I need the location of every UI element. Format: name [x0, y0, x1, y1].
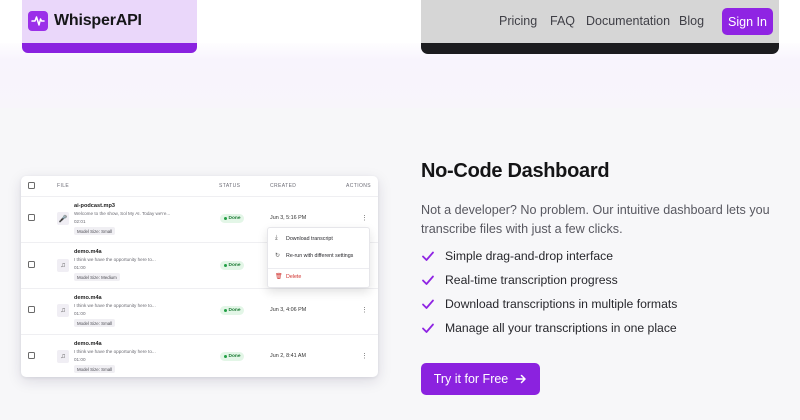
status-text: Done	[228, 263, 241, 268]
status-dot	[223, 217, 227, 220]
navbar: WhisperAPI Pricing FAQ Documentation Blo…	[0, 0, 800, 43]
list-item: Manage all your transcriptions in one pl…	[421, 320, 677, 336]
section-title: No-Code Dashboard	[421, 160, 610, 182]
duration: 01:00	[74, 265, 86, 270]
status-badge: Done	[220, 306, 244, 315]
model-badge: Model Size: Small	[74, 227, 116, 235]
more-actions-icon[interactable]: ⋮	[361, 307, 368, 314]
feature-text: Download transcriptions in multiple form…	[445, 297, 678, 311]
table-header: FILE STATUS CREATED ACTIONS	[21, 176, 378, 196]
created-date: Jun 3, 4:06 PM	[270, 307, 307, 313]
transcript-preview: I think we have the opportunity here to.…	[74, 349, 156, 354]
column-file: FILE	[57, 183, 70, 189]
status-dot	[223, 264, 227, 267]
file-name: demo.m4a	[74, 249, 102, 255]
row-checkbox[interactable]	[28, 306, 35, 313]
microphone-icon: 🎤	[57, 212, 69, 225]
column-status: STATUS	[219, 183, 241, 189]
list-item: Download transcriptions in multiple form…	[421, 296, 677, 312]
section-description: Not a developer? No problem. Our intuiti…	[421, 203, 770, 236]
check-icon	[422, 323, 434, 333]
row-checkbox[interactable]	[28, 352, 35, 359]
file-name: ai-podcast.mp3	[74, 203, 116, 209]
menu-divider	[268, 268, 369, 269]
nav-link-blog[interactable]: Blog	[679, 14, 704, 28]
feature-text: Simple drag-and-drop interface	[445, 249, 614, 263]
list-item: Simple drag-and-drop interface	[421, 248, 613, 264]
check-icon	[422, 275, 434, 285]
status-badge: Done	[220, 261, 244, 270]
status-dot	[223, 355, 227, 358]
table-row[interactable]: ♫ demo.m4a I think we have the opportuni…	[21, 288, 378, 334]
transcript-preview: I think we have the opportunity here to.…	[74, 303, 156, 308]
model-badge: Model Size: Medium	[74, 273, 120, 281]
duration: 01:00	[74, 357, 86, 362]
more-actions-icon[interactable]: ⋮	[361, 215, 368, 222]
transcript-preview: Welcome to the show, Sol My AI. Today we…	[74, 211, 171, 216]
brand-name: WhisperAPI	[54, 12, 142, 29]
nav-link-documentation[interactable]: Documentation	[586, 14, 670, 28]
dashboard-preview: FILE STATUS CREATED ACTIONS 🎤 ai-podcast…	[21, 176, 378, 377]
music-note-icon: ♫	[57, 259, 69, 272]
waveform-icon	[28, 11, 48, 31]
status-text: Done	[228, 308, 241, 313]
status-badge: Done	[220, 352, 244, 361]
duration: 02:01	[74, 219, 86, 224]
menu-item-download[interactable]: ⤓ Download transcript	[275, 235, 333, 242]
feature-text: Real-time transcription progress	[445, 273, 618, 287]
nav-link-faq[interactable]: FAQ	[550, 14, 575, 28]
menu-item-delete[interactable]: 🗑 Delete	[275, 273, 302, 281]
duration: 01:00	[74, 311, 86, 316]
arrow-right-icon	[516, 374, 527, 384]
download-icon: ⤓	[275, 235, 278, 241]
status-dot	[223, 309, 227, 312]
sign-in-button[interactable]: Sign In	[722, 8, 773, 35]
menu-item-label: Re-run with different settings	[286, 252, 354, 259]
menu-item-label: Delete	[286, 273, 302, 280]
file-name: demo.m4a	[74, 341, 102, 347]
check-icon	[422, 251, 434, 261]
file-name: demo.m4a	[74, 295, 102, 301]
list-item: Real-time transcription progress	[421, 272, 618, 288]
feature-text: Manage all your transcriptions in one pl…	[445, 321, 677, 335]
music-note-icon: ♫	[57, 350, 69, 363]
row-checkbox[interactable]	[28, 261, 35, 268]
model-badge: Model Size: Small	[74, 365, 116, 373]
model-badge: Model Size: Small	[74, 319, 116, 327]
menu-item-label: Download transcript	[286, 235, 333, 242]
try-free-button[interactable]: Try it for Free	[421, 363, 540, 395]
table-row[interactable]: ♫ demo.m4a I think we have the opportuni…	[21, 334, 378, 377]
created-date: Jun 3, 5:16 PM	[270, 215, 307, 221]
try-free-label: Try it for Free	[433, 372, 509, 386]
nav-link-pricing[interactable]: Pricing	[499, 14, 537, 28]
more-actions-icon[interactable]: ⋮	[361, 353, 368, 360]
row-actions-menu: ⤓ Download transcript ↻ Re-run with diff…	[267, 227, 370, 288]
check-icon	[422, 299, 434, 309]
status-text: Done	[228, 354, 241, 359]
created-date: Jun 2, 8:41 AM	[270, 353, 306, 359]
logo[interactable]: WhisperAPI	[28, 11, 142, 31]
transcript-preview: I think we have the opportunity here to.…	[74, 257, 156, 262]
column-created: CREATED	[270, 183, 297, 189]
trash-icon: 🗑	[275, 274, 283, 280]
menu-item-rerun[interactable]: ↻ Re-run with different settings	[275, 252, 354, 260]
music-note-icon: ♫	[57, 304, 69, 317]
status-badge: Done	[220, 214, 244, 223]
status-text: Done	[228, 216, 241, 221]
refresh-icon: ↻	[275, 253, 281, 259]
column-actions: ACTIONS	[346, 183, 372, 189]
select-all-checkbox[interactable]	[28, 182, 35, 189]
row-checkbox[interactable]	[28, 214, 35, 221]
